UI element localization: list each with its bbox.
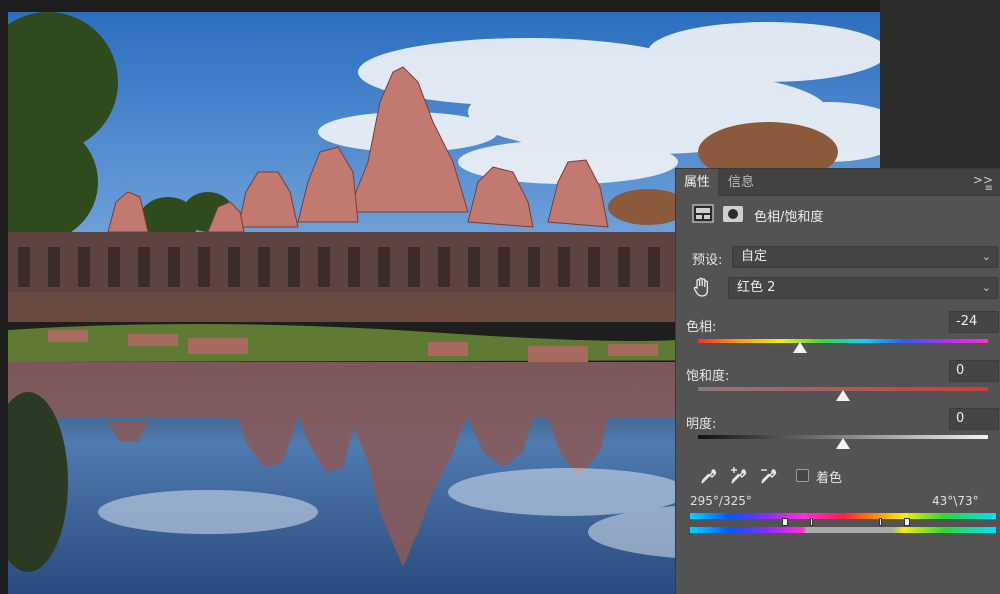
adjustment-title: 色相/饱和度 — [754, 210, 824, 225]
hue-slider-track[interactable] — [698, 339, 988, 343]
lightness-value-input[interactable]: 0 — [949, 408, 999, 430]
range-right-handle[interactable] — [879, 518, 882, 526]
properties-panel: 属性 信息 >> ≡ 色相/饱和度 预设: 自定 ⌄ 红色 2 ⌄ 色相: -2… — [675, 168, 1000, 594]
channel-select[interactable]: 红色 2 ⌄ — [728, 277, 998, 299]
range-left-readout: 295°/325° — [690, 494, 752, 508]
mask-icon[interactable] — [722, 203, 744, 225]
eyedropper-icon[interactable] — [698, 465, 720, 487]
colorize-label: 着色 — [816, 471, 843, 486]
saturation-label: 饱和度: — [686, 369, 730, 384]
hue-label: 色相: — [686, 320, 717, 335]
eyedropper-subtract-icon[interactable] — [758, 465, 780, 487]
hue-value-input[interactable]: -24 — [949, 311, 999, 333]
chevron-down-icon: ⌄ — [981, 250, 991, 263]
colorize-checkbox[interactable] — [796, 469, 809, 482]
chevron-down-icon: ⌄ — [981, 281, 991, 294]
hue-slider-thumb[interactable] — [792, 342, 807, 353]
preset-value: 自定 — [741, 249, 768, 264]
preset-select[interactable]: 自定 ⌄ — [732, 246, 998, 268]
panel-menu-icon[interactable]: ≡ — [985, 183, 993, 194]
range-left-falloff-handle[interactable] — [782, 518, 788, 526]
tab-info[interactable]: 信息 — [720, 169, 762, 196]
range-left-handle[interactable] — [810, 518, 813, 526]
saturation-slider-thumb[interactable] — [836, 390, 850, 401]
lightness-slider-thumb[interactable] — [836, 438, 850, 449]
canvas-background — [880, 0, 1000, 168]
adjustment-layer-icon[interactable] — [692, 203, 714, 225]
preset-label: 预设: — [692, 253, 723, 268]
targeted-adjust-hand-icon[interactable] — [692, 277, 712, 299]
channel-value: 红色 2 — [737, 280, 776, 295]
range-right-falloff-handle[interactable] — [904, 518, 910, 526]
range-right-readout: 43°\73° — [932, 494, 979, 508]
input-color-bar — [690, 513, 996, 519]
saturation-value-input[interactable]: 0 — [949, 360, 999, 382]
lightness-label: 明度: — [686, 417, 717, 432]
panel-tabbar: 属性 信息 >> ≡ — [676, 169, 1000, 196]
eyedropper-add-icon[interactable] — [728, 465, 750, 487]
output-color-bar — [690, 527, 996, 533]
tab-properties[interactable]: 属性 — [676, 169, 719, 196]
